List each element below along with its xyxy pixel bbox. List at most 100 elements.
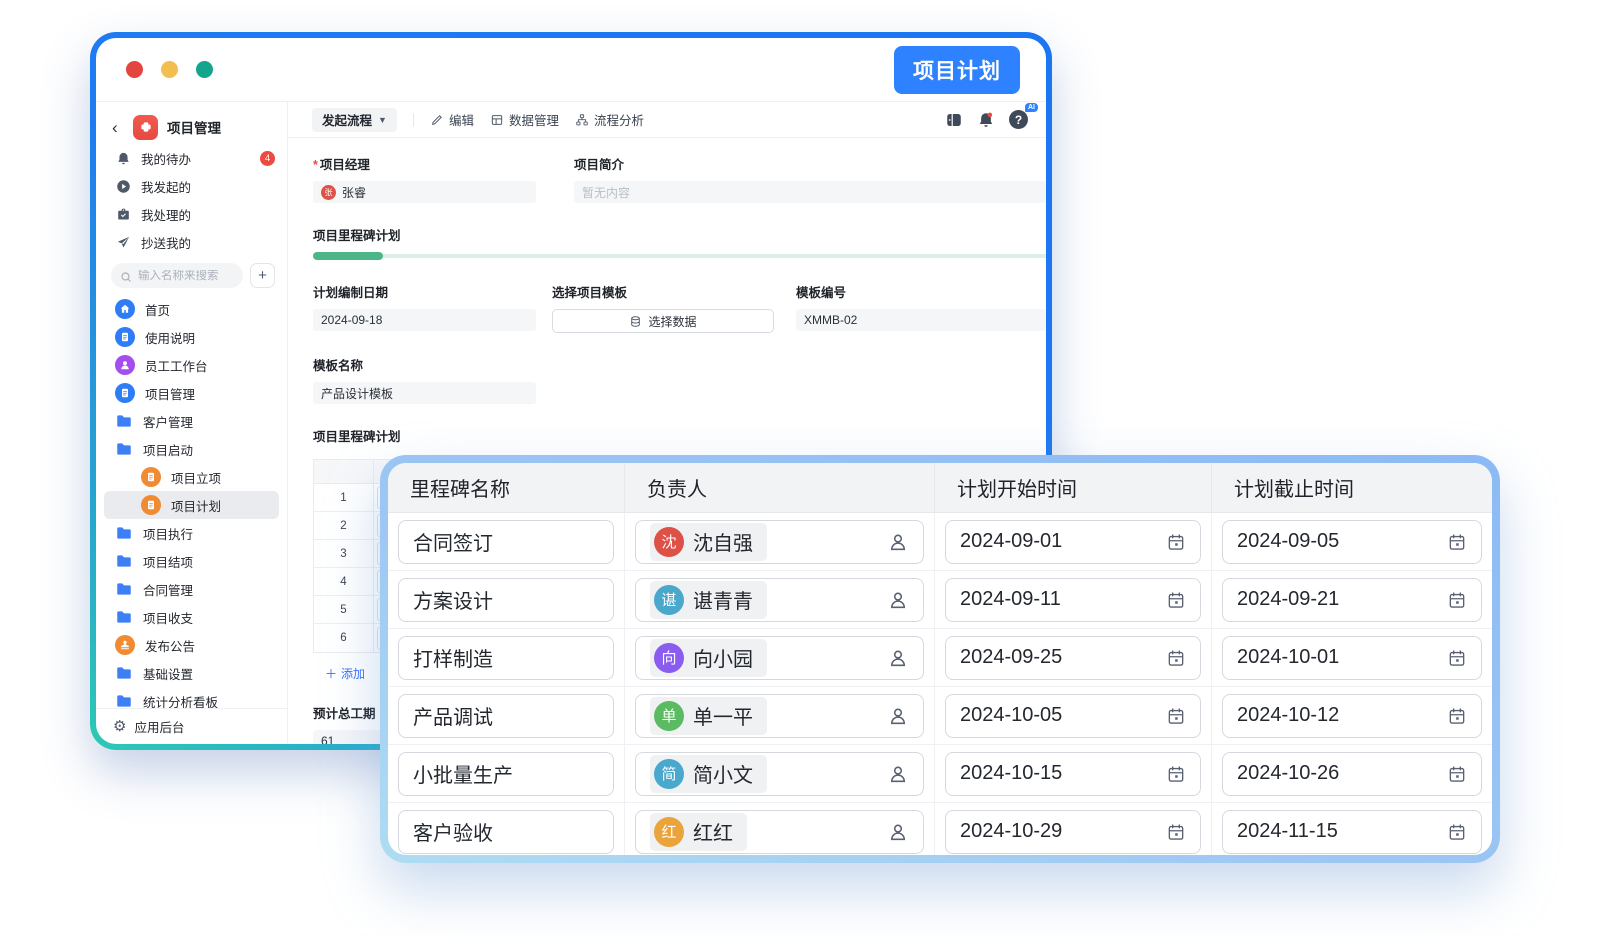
- start-flow-button[interactable]: 发起流程 ▼: [312, 108, 397, 132]
- owner-input[interactable]: 红红红: [635, 810, 924, 854]
- start-date-input[interactable]: 2024-10-15: [945, 752, 1201, 796]
- start-date-input[interactable]: 2024-10-29: [945, 810, 1201, 854]
- start-date-input[interactable]: 2024-10-05: [945, 694, 1201, 738]
- toolbar-action-1[interactable]: 数据管理: [490, 110, 559, 129]
- sidebar-item-1[interactable]: 我发起的: [96, 172, 287, 200]
- manager-field[interactable]: 张 张睿: [313, 181, 536, 203]
- folder-icon: [115, 608, 133, 626]
- template-name-field[interactable]: 产品设计模板: [313, 382, 536, 404]
- milestone-zoom-card: 里程碑名称负责人计划开始时间计划截止时间 合同签订沈沈自强2024-09-012…: [380, 455, 1500, 863]
- todo-count-badge: 4: [260, 151, 275, 166]
- end-date-input[interactable]: 2024-10-12: [1222, 694, 1482, 738]
- end-date-input[interactable]: 2024-10-26: [1222, 752, 1482, 796]
- sidebar-menu-6[interactable]: 项目立项: [104, 463, 279, 491]
- sidebar-footer-backend[interactable]: ⚙ 应用后台: [96, 708, 287, 744]
- window-title-badge: 项目计划: [894, 46, 1020, 94]
- toolbar: 发起流程 ▼ 编辑数据管理流程分析: [288, 102, 1046, 138]
- calendar-icon: [1447, 648, 1467, 668]
- owner-input[interactable]: 沈沈自强: [635, 520, 924, 564]
- add-row-button[interactable]: ＋ 添加: [313, 665, 365, 682]
- section-progress-track: [313, 254, 1046, 258]
- sidebar-menu-5[interactable]: 项目启动: [104, 435, 279, 463]
- help-icon[interactable]: ? AI: [1009, 110, 1028, 129]
- milestone-name-input[interactable]: 方案设计: [398, 578, 614, 622]
- app-title: 项目管理: [167, 117, 221, 137]
- sidebar-item-2[interactable]: 我处理的: [96, 200, 287, 228]
- add-app-button[interactable]: +: [250, 263, 275, 288]
- folder-icon: [115, 552, 133, 570]
- overlay-table-row: 产品调试单单一平 2024-10-05 2024-10-12: [388, 687, 1492, 745]
- doc-icon: [141, 495, 161, 515]
- person-outline-icon: [887, 763, 909, 785]
- milestone-name-input[interactable]: 打样制造: [398, 636, 614, 680]
- template-name-label: 模板名称: [313, 355, 536, 374]
- folder-icon: [115, 412, 133, 430]
- calendar-icon: [1447, 706, 1467, 726]
- sidebar-menu-7[interactable]: 项目计划: [104, 491, 279, 519]
- back-chevron-icon[interactable]: ‹: [112, 119, 124, 136]
- gear-icon: ⚙: [113, 719, 126, 734]
- owner-input[interactable]: 简简小文: [635, 752, 924, 796]
- sidebar-menu-12[interactable]: 发布公告: [104, 631, 279, 659]
- avatar: 单: [654, 701, 684, 731]
- sidebar-menu-11[interactable]: 项目收支: [104, 603, 279, 631]
- toolbar-action-0[interactable]: 编辑: [430, 110, 474, 129]
- intro-label: 项目简介: [574, 154, 1046, 173]
- play-circle-icon: [115, 178, 131, 194]
- sidebar-menu-3[interactable]: 项目管理: [104, 379, 279, 407]
- folder-icon: [115, 580, 133, 598]
- owner-input[interactable]: 单单一平: [635, 694, 924, 738]
- pencil-icon: [430, 113, 444, 127]
- milestone-name-input[interactable]: 产品调试: [398, 694, 614, 738]
- sidebar-menu-1[interactable]: 使用说明: [104, 323, 279, 351]
- calendar-icon: [1166, 822, 1186, 842]
- toolbar-action-2[interactable]: 流程分析: [575, 110, 644, 129]
- sidebar-menu-14[interactable]: 统计分析看板: [104, 687, 279, 708]
- calendar-icon: [1447, 822, 1467, 842]
- sidebar-menu-4[interactable]: 客户管理: [104, 407, 279, 435]
- sidebar-item-0[interactable]: 我的待办4: [96, 144, 287, 172]
- minimize-icon[interactable]: [161, 61, 178, 78]
- end-date-input[interactable]: 2024-11-15: [1222, 810, 1482, 854]
- folder-icon: [115, 440, 133, 458]
- search-input[interactable]: [111, 263, 243, 288]
- sidebar-menu-8[interactable]: 项目执行: [104, 519, 279, 547]
- select-data-button[interactable]: 选择数据: [552, 309, 774, 333]
- doc-icon: [115, 383, 135, 403]
- plan-date-field[interactable]: 2024-09-18: [313, 309, 536, 331]
- announce-icon: [115, 635, 135, 655]
- panel-icon[interactable]: [945, 111, 963, 129]
- person-outline-icon: [887, 705, 909, 727]
- person-outline-icon: [887, 531, 909, 553]
- calendar-icon: [1447, 590, 1467, 610]
- ai-badge: AI: [1025, 103, 1038, 112]
- sidebar-item-3[interactable]: 抄送我的: [96, 228, 287, 256]
- sidebar-menu-2[interactable]: 员工工作台: [104, 351, 279, 379]
- notification-bell-icon[interactable]: [977, 111, 995, 129]
- bell-icon: [115, 150, 131, 166]
- start-date-input[interactable]: 2024-09-01: [945, 520, 1201, 564]
- avatar: 简: [654, 759, 684, 789]
- calendar-icon: [1447, 532, 1467, 552]
- end-date-input[interactable]: 2024-09-05: [1222, 520, 1482, 564]
- end-date-input[interactable]: 2024-09-21: [1222, 578, 1482, 622]
- owner-input[interactable]: 谌谌青青: [635, 578, 924, 622]
- intro-field[interactable]: 暂无内容: [574, 181, 1046, 203]
- template-no-field[interactable]: XMMB-02: [796, 309, 1046, 331]
- close-icon[interactable]: [126, 61, 143, 78]
- sidebar-menu-0[interactable]: 首页: [104, 295, 279, 323]
- end-date-input[interactable]: 2024-10-01: [1222, 636, 1482, 680]
- owner-input[interactable]: 向向小园: [635, 636, 924, 680]
- avatar: 张: [321, 185, 336, 200]
- search-field[interactable]: [138, 270, 234, 282]
- milestone-name-input[interactable]: 小批量生产: [398, 752, 614, 796]
- start-date-input[interactable]: 2024-09-25: [945, 636, 1201, 680]
- milestone-name-input[interactable]: 客户验收: [398, 810, 614, 854]
- sidebar: ‹ 项目管理 我的待办4我发起的我处理的抄送我的: [96, 102, 288, 744]
- sidebar-menu-13[interactable]: 基础设置: [104, 659, 279, 687]
- milestone-name-input[interactable]: 合同签订: [398, 520, 614, 564]
- sidebar-menu-10[interactable]: 合同管理: [104, 575, 279, 603]
- start-date-input[interactable]: 2024-09-11: [945, 578, 1201, 622]
- maximize-icon[interactable]: [196, 61, 213, 78]
- sidebar-menu-9[interactable]: 项目结项: [104, 547, 279, 575]
